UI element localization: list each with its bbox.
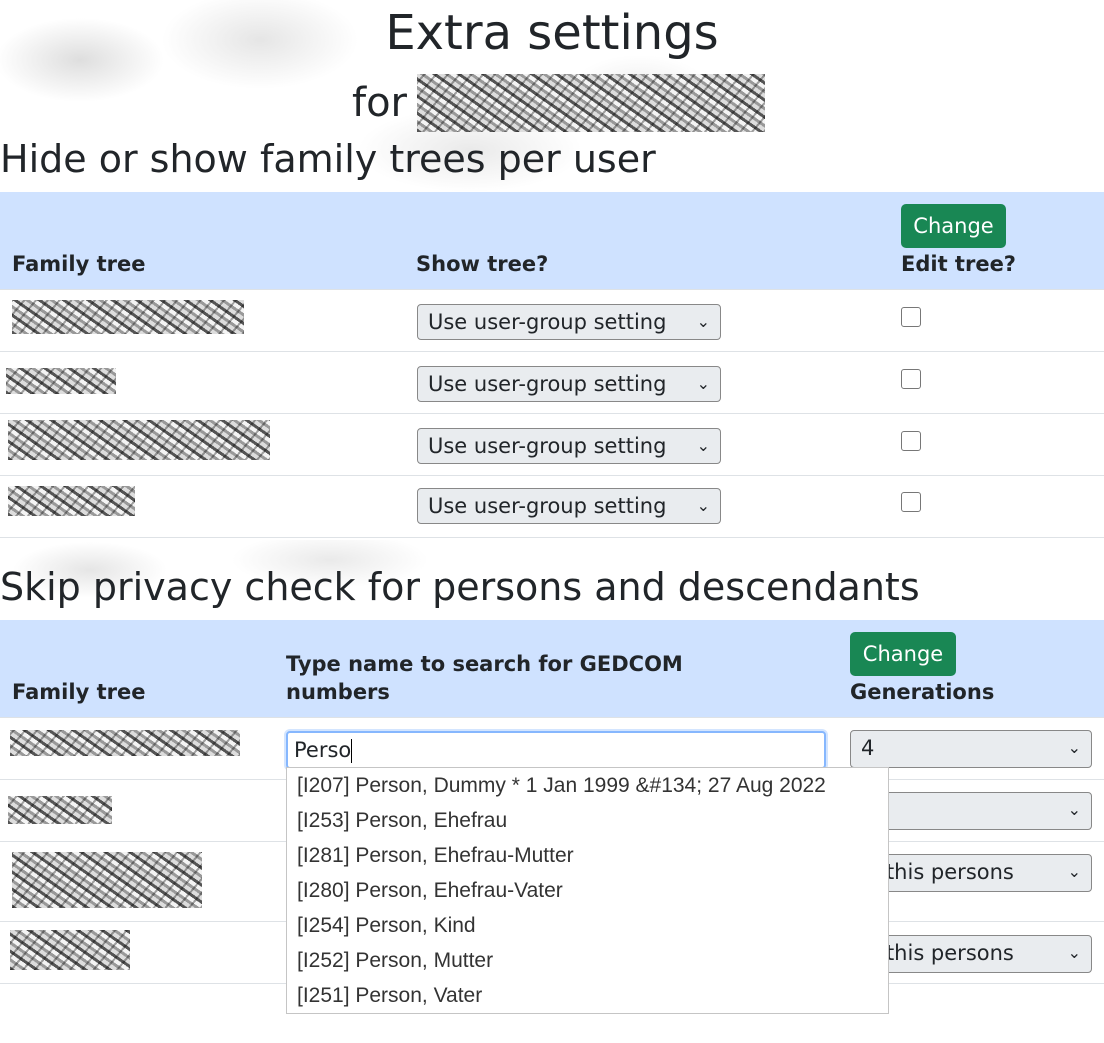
redacted-tree-name — [8, 486, 135, 516]
autocomplete-item[interactable]: [I251] Person, Vater — [287, 978, 888, 1013]
section-heading-hide-show: Hide or show family trees per user — [0, 137, 656, 181]
autocomplete-list: [I207] Person, Dummy * 1 Jan 1999 &#134;… — [286, 767, 889, 1014]
redacted-tree-name — [6, 368, 116, 394]
table-header: Family tree Show tree? Change Edit tree? — [0, 192, 1104, 290]
table-row: Use user-group setting ⌄ — [0, 414, 1104, 476]
autocomplete-item[interactable]: [I280] Person, Ehefrau-Vater — [287, 873, 888, 908]
redacted-tree-name — [10, 930, 130, 970]
for-label: for — [352, 80, 407, 126]
autocomplete-item[interactable]: [I207] Person, Dummy * 1 Jan 1999 &#134;… — [287, 768, 888, 803]
gedcom-search-input[interactable]: Perso — [286, 731, 826, 769]
column-header-search-gedcom: Type name to search for GEDCOM numbers — [286, 652, 683, 704]
edit-tree-checkbox[interactable] — [901, 492, 921, 512]
table-row: Use user-group setting ⌄ — [0, 290, 1104, 352]
table-row: Use user-group setting ⌄ — [0, 352, 1104, 414]
generations-select[interactable]: 4 ⌄ — [850, 730, 1092, 768]
chevron-down-icon: ⌄ — [696, 436, 710, 455]
chevron-down-icon: ⌄ — [1067, 738, 1081, 757]
autocomplete-item[interactable]: [I254] Person, Kind — [287, 908, 888, 943]
redacted-user-name — [417, 74, 765, 132]
column-header-show-tree: Show tree? — [416, 252, 549, 276]
autocomplete-item[interactable]: [I252] Person, Mutter — [287, 943, 888, 978]
chevron-down-icon: ⌄ — [1067, 943, 1081, 962]
redacted-tree-name — [8, 420, 270, 460]
redacted-tree-name — [12, 852, 202, 908]
edit-tree-checkbox[interactable] — [901, 307, 921, 327]
text-caret — [351, 739, 353, 763]
redacted-tree-name — [10, 730, 240, 756]
chevron-down-icon: ⌄ — [1067, 800, 1081, 819]
chevron-down-icon: ⌄ — [696, 374, 710, 393]
edit-tree-checkbox[interactable] — [901, 431, 921, 451]
column-header-family-tree: Family tree — [12, 680, 146, 704]
autocomplete-item[interactable]: [I253] Person, Ehefrau — [287, 803, 888, 838]
section-heading-skip-privacy: Skip privacy check for persons and desce… — [0, 565, 920, 609]
chevron-down-icon: ⌄ — [696, 312, 710, 331]
table-header: Family tree Type name to search for GEDC… — [0, 620, 1104, 718]
show-tree-select[interactable]: Use user-group setting ⌄ — [417, 428, 721, 464]
change-button[interactable]: Change — [850, 632, 956, 676]
chevron-down-icon: ⌄ — [1067, 862, 1081, 881]
autocomplete-item[interactable]: [I281] Person, Ehefrau-Mutter — [287, 838, 888, 873]
page-subtitle: for — [352, 74, 765, 132]
edit-tree-checkbox[interactable] — [901, 369, 921, 389]
redacted-tree-name — [8, 796, 112, 824]
show-tree-select[interactable]: Use user-group setting ⌄ — [417, 304, 721, 340]
column-header-edit-tree: Edit tree? — [901, 252, 1016, 276]
table-row: Use user-group setting ⌄ — [0, 476, 1104, 538]
column-header-family-tree: Family tree — [12, 252, 146, 276]
change-button[interactable]: Change — [901, 204, 1006, 248]
redacted-tree-name — [12, 300, 244, 334]
show-tree-select[interactable]: Use user-group setting ⌄ — [417, 488, 721, 524]
column-header-generations: Generations — [850, 680, 995, 704]
show-tree-select[interactable]: Use user-group setting ⌄ — [417, 366, 721, 402]
page-title: Extra settings — [385, 5, 719, 61]
chevron-down-icon: ⌄ — [696, 496, 710, 515]
